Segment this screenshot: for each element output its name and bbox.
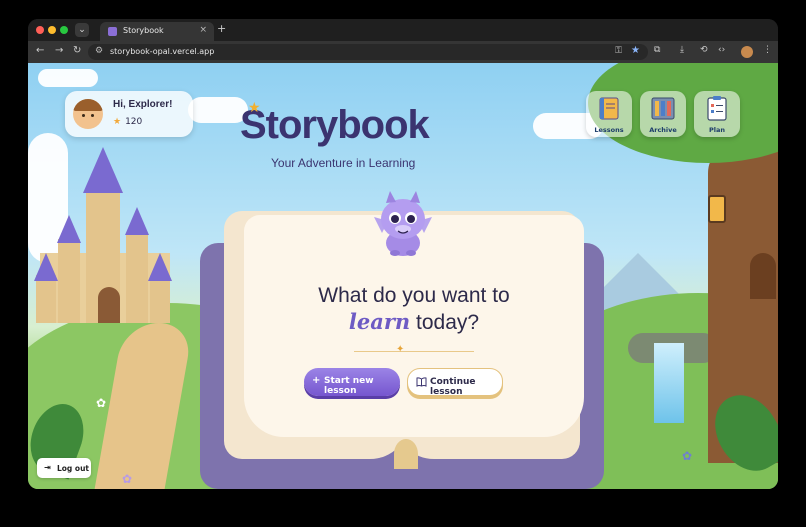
plan-clipboard-icon — [707, 96, 727, 121]
download-icon[interactable]: ⤓ — [680, 45, 684, 55]
castle-door — [98, 287, 120, 323]
open-book-icon — [416, 377, 427, 387]
start-new-lesson-label: Start new lesson — [324, 376, 374, 396]
new-tab-button[interactable]: + — [217, 22, 226, 35]
avatar — [73, 99, 103, 129]
more-menu-icon[interactable]: ⋮ — [763, 45, 772, 55]
castle-roof — [125, 207, 149, 235]
flower-icon: ✿ — [682, 449, 693, 463]
cloud-illustration — [38, 69, 98, 87]
nav-plan-label: Plan — [708, 126, 725, 134]
bookmark-star-icon[interactable]: ★ — [631, 45, 640, 56]
star-icon: ★ — [113, 117, 122, 127]
password-key-icon[interactable]: ⚿ — [615, 46, 622, 56]
tab-search-icon[interactable]: ⌄ — [75, 23, 89, 37]
castle-tower — [36, 275, 56, 323]
back-icon[interactable]: ← — [36, 45, 44, 56]
close-window-button[interactable] — [36, 26, 44, 34]
flower-icon: ✿ — [96, 396, 107, 410]
tab-close-icon[interactable]: × — [199, 25, 207, 35]
tab-title: Storybook — [123, 26, 164, 35]
question-emphasis: learn — [348, 309, 411, 334]
page-title: Storybook — [240, 103, 430, 147]
castle-tower — [58, 239, 80, 323]
waterfall-illustration — [654, 343, 684, 423]
book-spine — [394, 439, 418, 469]
url-text[interactable]: storybook-opal.vercel.app — [110, 47, 214, 56]
question-line-2: today? — [410, 311, 480, 334]
profile-avatar[interactable] — [741, 46, 753, 58]
lessons-icon — [599, 97, 619, 120]
user-profile-card[interactable]: Hi, Explorer! ★ 120 — [65, 91, 193, 137]
castle-roof — [148, 253, 172, 281]
start-new-lesson-button[interactable]: + Start new lesson — [304, 368, 400, 396]
continue-lesson-button[interactable]: Continue lesson — [407, 368, 503, 397]
browser-toolbar: ← → ↻ ⚙ storybook-opal.vercel.app ⚿ ★ ⧉ … — [28, 41, 778, 63]
browser-window: ⌄ Storybook × + ← → ↻ ⚙ storybook-opal.v… — [28, 19, 778, 489]
nav-archive-button[interactable]: Archive — [640, 91, 686, 137]
devtools-icon[interactable]: ‹› — [718, 45, 725, 55]
castle-roof — [57, 215, 81, 243]
flower-icon: ✿ — [122, 472, 133, 486]
address-bar[interactable]: ⚙ storybook-opal.vercel.app ⚿ ★ — [88, 44, 648, 60]
castle-tower — [150, 275, 170, 323]
castle-tower — [126, 233, 148, 323]
archive-icon — [651, 97, 675, 120]
cloud-illustration — [188, 97, 248, 123]
plus-icon: + — [312, 375, 321, 386]
nav-archive-label: Archive — [649, 126, 677, 134]
logout-button[interactable]: ⇥ Log out — [37, 458, 91, 478]
logout-icon: ⇥ — [44, 463, 51, 472]
divider-line — [354, 351, 474, 352]
tab-strip: ⌄ Storybook × + — [28, 19, 778, 41]
forward-icon[interactable]: → — [55, 45, 63, 56]
logout-label: Log out — [57, 464, 89, 473]
nav-lessons-button[interactable]: Lessons — [586, 91, 632, 137]
lantern-icon — [708, 195, 726, 223]
main-question: What do you want to learn today? — [244, 283, 584, 336]
history-icon[interactable]: ⟲ — [700, 45, 708, 55]
page-viewport: ✿ ✿ ✿ Hi, Explorer! ★ 120 Storybook ★ You… — [28, 63, 778, 489]
sparkle-star-icon: ★ — [248, 100, 261, 116]
castle-roof — [34, 253, 58, 281]
nav-plan-button[interactable]: Plan — [694, 91, 740, 137]
continue-lesson-label: Continue lesson — [430, 377, 476, 397]
nav-lessons-label: Lessons — [594, 126, 624, 134]
user-greeting: Hi, Explorer! — [113, 99, 173, 110]
sparkle-icon: ✦ — [396, 344, 405, 355]
favicon-icon — [108, 27, 117, 36]
site-settings-icon[interactable]: ⚙ — [95, 46, 103, 56]
maximize-window-button[interactable] — [60, 26, 68, 34]
tree-door-illustration — [750, 253, 776, 299]
page-tagline: Your Adventure in Learning — [271, 156, 416, 170]
user-points: ★ 120 — [113, 117, 143, 127]
minimize-window-button[interactable] — [48, 26, 56, 34]
tab-storybook[interactable]: Storybook × — [100, 22, 214, 41]
dragon-mascot-icon — [374, 191, 432, 256]
castle-roof — [83, 147, 123, 193]
extensions-icon[interactable]: ⧉ — [654, 45, 660, 55]
reload-icon[interactable]: ↻ — [73, 45, 81, 56]
question-line-1: What do you want to — [318, 284, 510, 307]
